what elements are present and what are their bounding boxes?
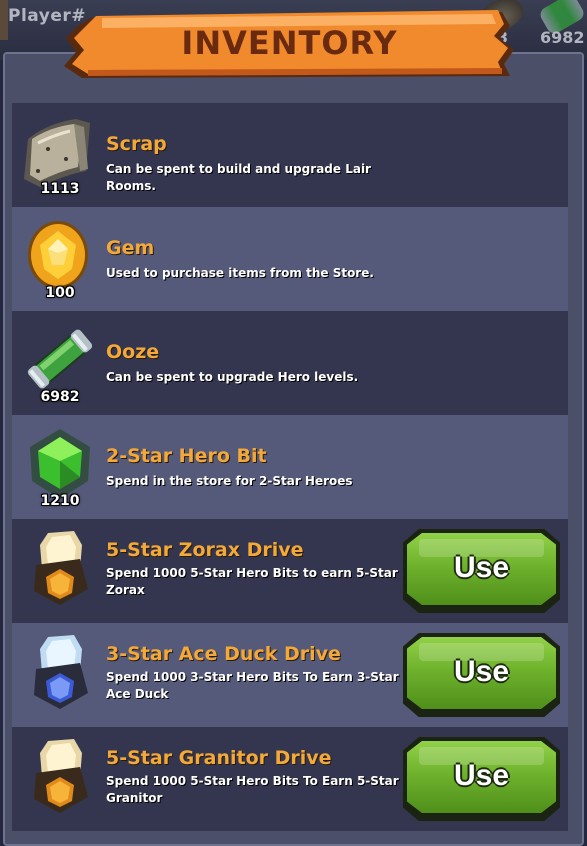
item-name: 3-Star Ace Duck Drive: [106, 643, 341, 665]
use-button-granitor[interactable]: Use: [403, 737, 560, 821]
title-banner: INVENTORY: [62, 4, 517, 82]
item-name: Gem: [106, 237, 155, 259]
list-item-gem: 100 Gem Used to purchase items from the …: [12, 207, 568, 311]
item-description: Spend 1000 5-Star Hero Bits to earn 5-St…: [106, 566, 398, 597]
ooze-count: 6982: [40, 389, 80, 405]
list-item-hero-bit: 1210 2-Star Hero Bit Spend in the store …: [12, 415, 568, 519]
item-description: Used to purchase items from the Store.: [106, 266, 374, 280]
use-button-ace-duck[interactable]: Use: [403, 633, 560, 717]
item-description: Can be spent to build and upgrade Lair R…: [106, 162, 371, 193]
item-name: 2-Star Hero Bit: [106, 445, 267, 467]
scrap-count: 1113: [40, 181, 80, 197]
resource-b-count: 6982: [540, 28, 585, 47]
hero-bit-count: 1210: [40, 493, 80, 509]
player-avatar[interactable]: [0, 0, 8, 40]
ace-duck-drive-icon: [18, 629, 102, 713]
zorax-drive-icon: [18, 525, 102, 609]
page-title: INVENTORY: [181, 24, 398, 62]
list-item-granitor-drive: 5-Star Granitor Drive Spend 1000 5-Star …: [12, 727, 568, 831]
item-name: 5-Star Granitor Drive: [106, 747, 332, 769]
list-item-scrap: 1113 Scrap Can be spent to build and upg…: [12, 103, 568, 207]
item-name: Scrap: [106, 133, 167, 155]
inventory-list: 1113 Scrap Can be spent to build and upg…: [12, 103, 568, 831]
use-button-label: Use: [453, 759, 510, 792]
gem-count: 100: [45, 285, 75, 301]
item-description: Spend 1000 3-Star Hero Bits To Earn 3-St…: [106, 670, 399, 701]
item-description: Spend 1000 5-Star Hero Bits To Earn 5-St…: [106, 774, 399, 805]
list-item-ace-duck-drive: 3-Star Ace Duck Drive Spend 1000 3-Star …: [12, 623, 568, 727]
list-item-ooze: 6982 Ooze Can be spent to upgrade Hero l…: [12, 311, 568, 415]
use-button-label: Use: [453, 655, 510, 688]
item-description: Spend in the store for 2-Star Heroes: [106, 474, 353, 488]
item-name: Ooze: [106, 341, 160, 363]
use-button-label: Use: [453, 551, 510, 584]
granitor-drive-icon: [18, 733, 102, 817]
use-button-zorax[interactable]: Use: [403, 529, 560, 613]
item-description: Can be spent to upgrade Hero levels.: [106, 370, 359, 384]
item-name: 5-Star Zorax Drive: [106, 539, 304, 561]
list-item-zorax-drive: 5-Star Zorax Drive Spend 1000 5-Star Her…: [12, 519, 568, 623]
